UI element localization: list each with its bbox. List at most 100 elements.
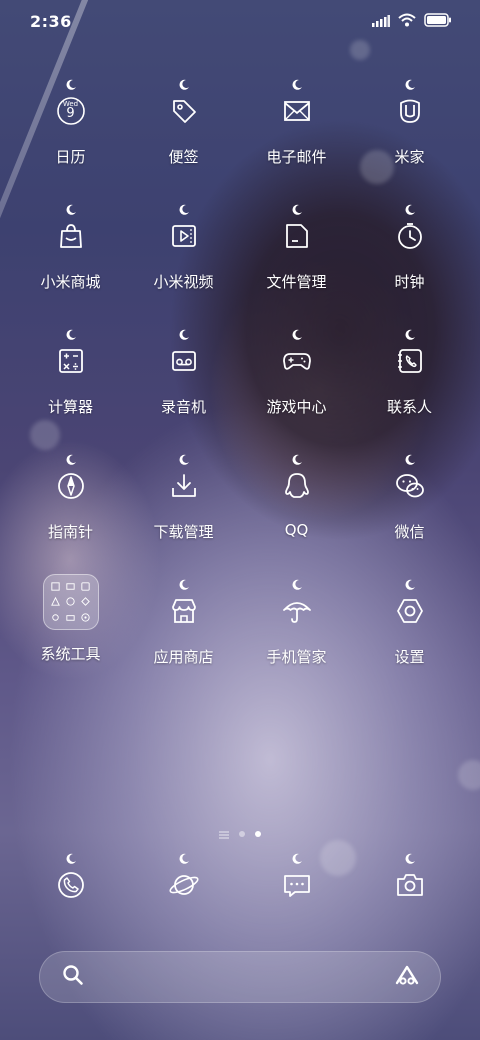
moon-icon bbox=[179, 204, 189, 215]
app-qq[interactable]: QQ bbox=[240, 453, 353, 578]
app-label: 文件管理 bbox=[266, 273, 327, 291]
app-label: 指南针 bbox=[47, 523, 93, 541]
app-contacts[interactable]: 联系人 bbox=[353, 328, 466, 453]
gamepad-icon bbox=[279, 343, 315, 379]
assistant-icon[interactable] bbox=[394, 964, 420, 990]
mail-icon bbox=[279, 93, 315, 129]
moon-icon bbox=[405, 454, 415, 465]
app-notes[interactable]: 便签 bbox=[127, 78, 240, 203]
app-recorder[interactable]: 录音机 bbox=[127, 328, 240, 453]
search-bar[interactable] bbox=[39, 951, 441, 1003]
app-grid: Wed 9 日历 便签 电子邮件 米家 小米商城 小米视频 文件管理 时钟 计算… bbox=[0, 78, 480, 703]
status-time: 2:36 bbox=[30, 11, 72, 31]
page-dot-active bbox=[255, 830, 261, 837]
dock bbox=[0, 852, 480, 903]
page-indicator[interactable] bbox=[0, 824, 480, 843]
planet-icon bbox=[166, 867, 202, 903]
settings-icon bbox=[392, 593, 428, 629]
dock-messages[interactable] bbox=[240, 852, 353, 903]
background-bokeh bbox=[458, 760, 480, 790]
moon-icon bbox=[405, 853, 415, 864]
app-label: 手机管家 bbox=[266, 648, 327, 666]
app-mi-store[interactable]: 小米商城 bbox=[14, 203, 127, 328]
mini-app-icon bbox=[64, 595, 77, 608]
app-label: 小米视频 bbox=[153, 273, 214, 291]
app-label: 米家 bbox=[394, 148, 425, 166]
app-compass[interactable]: 指南针 bbox=[14, 453, 127, 578]
moon-icon bbox=[292, 79, 302, 90]
app-label: QQ bbox=[284, 521, 309, 539]
dock-camera[interactable] bbox=[353, 852, 466, 903]
app-file-manager[interactable]: 文件管理 bbox=[240, 203, 353, 328]
moon-icon bbox=[66, 79, 76, 90]
moon-icon bbox=[405, 329, 415, 340]
app-calculator[interactable]: 计算器 bbox=[14, 328, 127, 453]
dock-phone[interactable] bbox=[14, 852, 127, 903]
tag-icon bbox=[166, 93, 202, 129]
app-wechat[interactable]: 微信 bbox=[353, 453, 466, 578]
wechat-icon bbox=[392, 468, 428, 504]
moon-icon bbox=[179, 853, 189, 864]
app-label: 电子邮件 bbox=[266, 148, 327, 166]
app-label: 录音机 bbox=[160, 398, 206, 416]
moon-icon bbox=[405, 579, 415, 590]
status-icons bbox=[372, 12, 452, 31]
mini-app-icon bbox=[49, 611, 62, 624]
app-mijia[interactable]: 米家 bbox=[353, 78, 466, 203]
battery-icon bbox=[424, 12, 452, 31]
message-icon bbox=[279, 867, 315, 903]
app-game-center[interactable]: 游戏中心 bbox=[240, 328, 353, 453]
app-app-store[interactable]: 应用商店 bbox=[127, 578, 240, 703]
calendar-icon: Wed 9 bbox=[53, 93, 89, 129]
mini-app-icon bbox=[49, 595, 62, 608]
app-clock[interactable]: 时钟 bbox=[353, 203, 466, 328]
app-label: 便签 bbox=[168, 148, 199, 166]
moon-icon bbox=[179, 79, 189, 90]
app-calendar[interactable]: Wed 9 日历 bbox=[14, 78, 127, 203]
app-settings[interactable]: 设置 bbox=[353, 578, 466, 703]
mini-app-icon bbox=[79, 580, 92, 593]
file-icon bbox=[279, 218, 315, 254]
moon-icon bbox=[292, 204, 302, 215]
compass-icon bbox=[53, 468, 89, 504]
app-email[interactable]: 电子邮件 bbox=[240, 78, 353, 203]
mini-app-icon bbox=[64, 611, 77, 624]
moon-icon bbox=[66, 853, 76, 864]
app-label: 设置 bbox=[394, 648, 425, 666]
search-icon[interactable] bbox=[62, 964, 84, 990]
clock-icon bbox=[392, 218, 428, 254]
page-dot-inactive bbox=[239, 830, 245, 837]
app-downloads[interactable]: 下载管理 bbox=[127, 453, 240, 578]
moon-icon bbox=[179, 454, 189, 465]
mini-app-icon bbox=[64, 580, 77, 593]
moon-icon bbox=[179, 579, 189, 590]
umbrella-icon bbox=[279, 593, 315, 629]
app-security[interactable]: 手机管家 bbox=[240, 578, 353, 703]
mijia-icon bbox=[392, 93, 428, 129]
download-icon bbox=[166, 468, 202, 504]
moon-icon bbox=[292, 579, 302, 590]
phone-icon bbox=[53, 867, 89, 903]
moon-icon bbox=[66, 329, 76, 340]
app-label: 微信 bbox=[394, 523, 425, 541]
app-mi-video[interactable]: 小米视频 bbox=[127, 203, 240, 328]
moon-icon bbox=[66, 454, 76, 465]
page-indicator-list-icon bbox=[219, 824, 229, 843]
folder-icon bbox=[42, 574, 99, 630]
moon-icon bbox=[292, 329, 302, 340]
wifi-icon bbox=[398, 12, 416, 31]
app-system-tools-folder[interactable]: 系统工具 bbox=[14, 574, 127, 703]
moon-icon bbox=[66, 204, 76, 215]
mini-app-icon bbox=[79, 595, 92, 608]
app-label: 下载管理 bbox=[153, 523, 214, 541]
app-label: 计算器 bbox=[47, 398, 93, 416]
dock-browser[interactable] bbox=[127, 852, 240, 903]
store-icon bbox=[166, 593, 202, 629]
app-label: 游戏中心 bbox=[266, 398, 327, 416]
background-bokeh bbox=[350, 40, 370, 60]
app-label: 应用商店 bbox=[153, 648, 214, 666]
calculator-icon bbox=[53, 343, 89, 379]
app-label: 联系人 bbox=[386, 398, 432, 416]
app-label: 系统工具 bbox=[40, 645, 101, 663]
qq-icon bbox=[279, 468, 315, 504]
